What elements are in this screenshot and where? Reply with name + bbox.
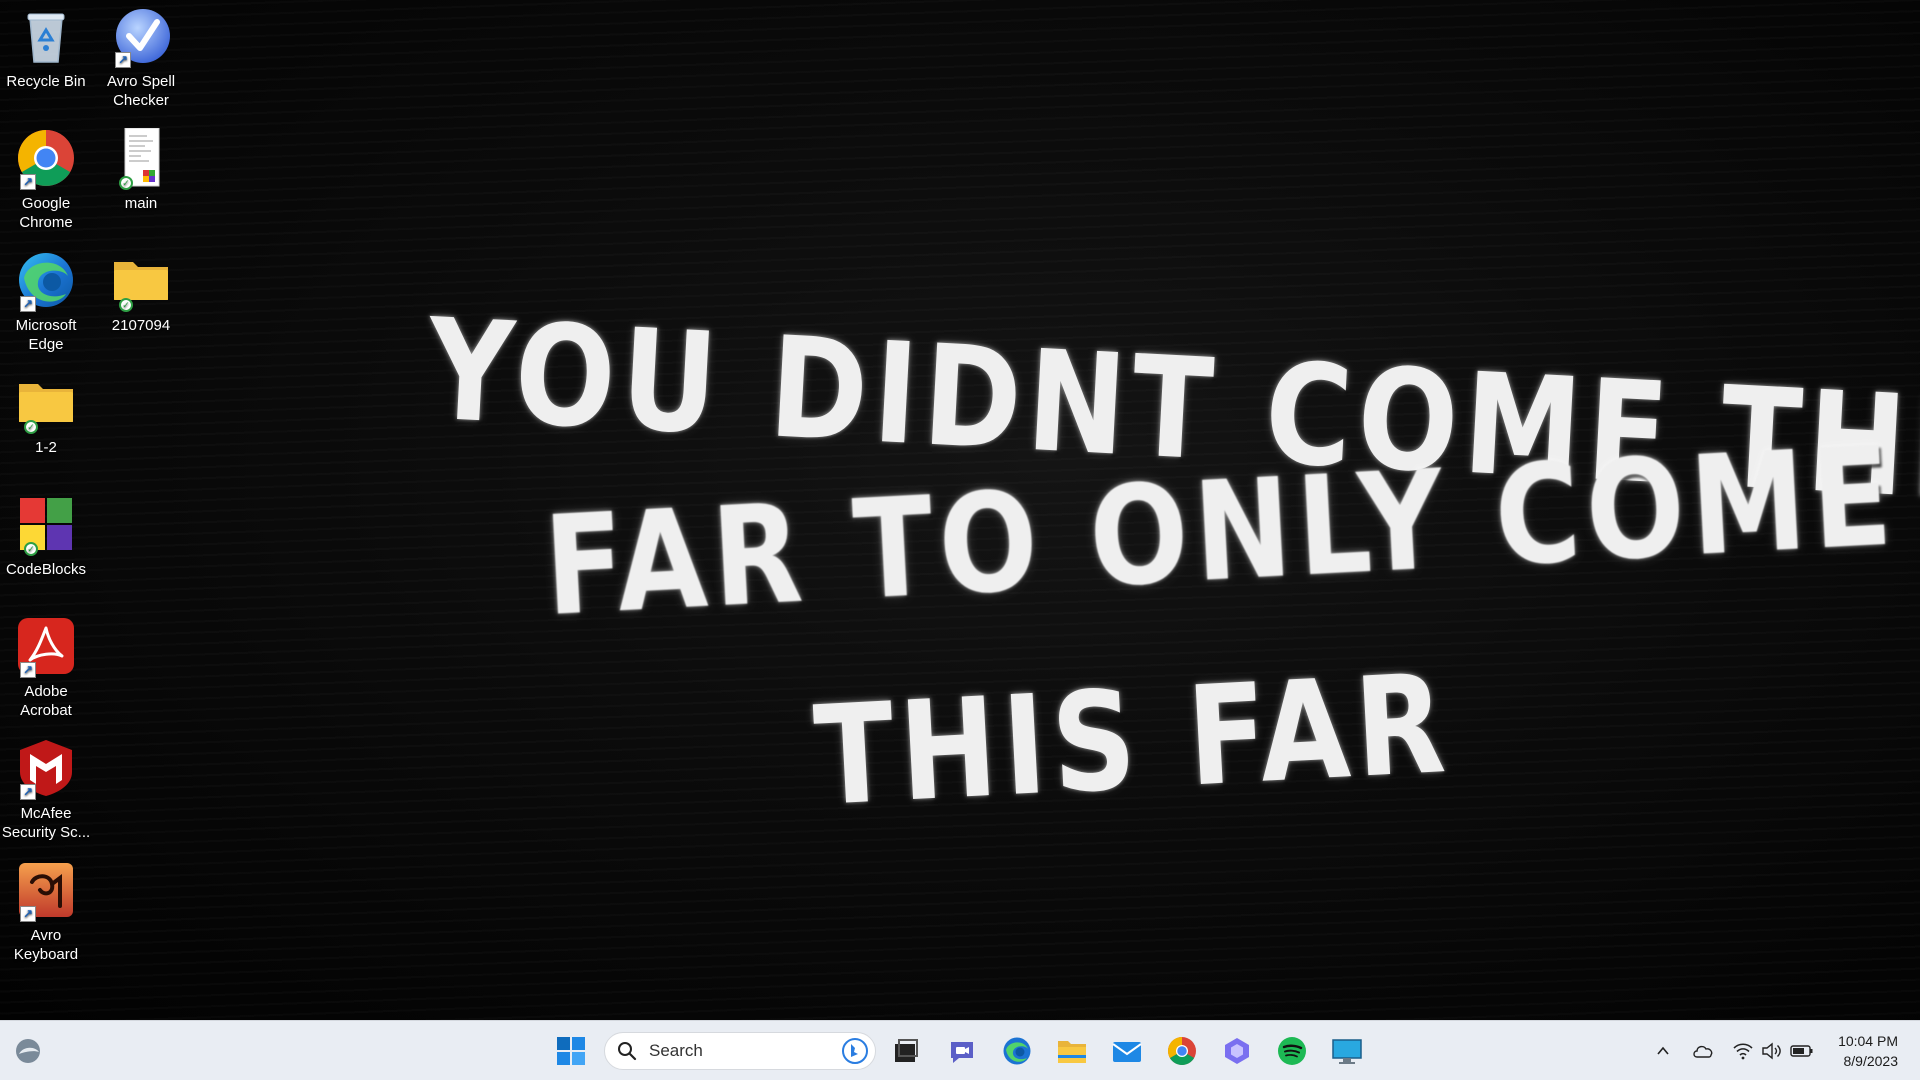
desktop-icon-recycle-bin[interactable]: Recycle Bin bbox=[0, 6, 92, 91]
folder-icon: ✓ bbox=[16, 372, 76, 434]
volume-tray-button[interactable] bbox=[1760, 1039, 1784, 1063]
avro-keyboard-icon: ↗ bbox=[16, 860, 76, 922]
acrobat-icon: ↗ bbox=[16, 616, 76, 678]
onedrive-cloud-icon bbox=[1693, 1045, 1713, 1058]
search-placeholder: Search bbox=[649, 1041, 703, 1060]
teams-chat-button[interactable] bbox=[942, 1031, 982, 1071]
task-view-icon bbox=[895, 1039, 918, 1062]
bing-icon[interactable] bbox=[841, 1037, 869, 1065]
shortcut-arrow-icon: ↗ bbox=[115, 52, 131, 68]
desktop-icon-google-chrome[interactable]: ↗ Google Chrome bbox=[0, 128, 92, 232]
copilot-icon bbox=[1225, 1038, 1249, 1064]
desktop-icon-label: McAfee Security Sc... bbox=[1, 805, 91, 841]
sync-status-icon: ✓ bbox=[24, 542, 38, 556]
clock-date: 8/9/2023 bbox=[1843, 1053, 1899, 1069]
mail-icon bbox=[1112, 1042, 1142, 1062]
wifi-tray-button[interactable] bbox=[1731, 1039, 1755, 1063]
desktop-wallpaper: YOU DIDNT COME THIS FAR TO ONLY COME THI… bbox=[0, 0, 1920, 1020]
shortcut-arrow-icon: ↗ bbox=[20, 174, 36, 190]
taskbar-edge-button[interactable] bbox=[997, 1031, 1037, 1071]
desktop-icon-adobe-acrobat[interactable]: ↗ Adobe Acrobat bbox=[0, 616, 92, 720]
sync-status-icon: ✓ bbox=[119, 176, 133, 190]
desktop-icon-label: 2107094 bbox=[111, 317, 171, 334]
battery-tray-button[interactable] bbox=[1790, 1039, 1814, 1063]
recycle-bin-icon bbox=[16, 6, 76, 66]
edge-icon bbox=[1003, 1037, 1031, 1065]
desktop-icon-folder-2107094[interactable]: ✓ 2107094 bbox=[95, 250, 187, 335]
remote-desktop-button[interactable] bbox=[1327, 1031, 1367, 1071]
desktop-icon-label: 1-2 bbox=[35, 439, 57, 456]
folder-icon: ✓ bbox=[111, 250, 171, 312]
widgets-button[interactable] bbox=[8, 1031, 48, 1071]
chrome-icon: ↗ bbox=[16, 128, 76, 190]
wallpaper-text-line-3: THIS FAR bbox=[810, 644, 1455, 838]
mail-button[interactable] bbox=[1107, 1031, 1147, 1071]
desktop-icon-folder-1-2[interactable]: ✓ 1-2 bbox=[0, 372, 92, 457]
chrome-icon bbox=[1168, 1037, 1196, 1065]
edge-icon: ↗ bbox=[16, 250, 76, 312]
file-explorer-button[interactable] bbox=[1052, 1031, 1092, 1071]
desktop-icon-label: Avro Keyboard bbox=[13, 927, 79, 963]
desktop-icon-label: Google Chrome bbox=[19, 195, 73, 231]
desktop-icon-mcafee[interactable]: ↗ McAfee Security Sc... bbox=[0, 738, 92, 842]
document-icon: ✓ bbox=[111, 127, 171, 190]
desktop-icon-avro-keyboard[interactable]: ↗ Avro Keyboard bbox=[0, 860, 92, 964]
desktop-icon-main[interactable]: ✓ main bbox=[95, 127, 187, 213]
desktop-icon-label: Adobe Acrobat bbox=[20, 683, 72, 719]
spotify-icon bbox=[1278, 1037, 1306, 1065]
desktop-icon-microsoft-edge[interactable]: ↗ Microsoft Edge bbox=[0, 250, 92, 354]
copilot-button[interactable] bbox=[1217, 1031, 1257, 1071]
shortcut-arrow-icon: ↗ bbox=[20, 662, 36, 678]
chevron-up-icon bbox=[1657, 1046, 1669, 1055]
taskbar-search-box[interactable]: Search bbox=[604, 1032, 876, 1070]
spotify-button[interactable] bbox=[1272, 1031, 1312, 1071]
shortcut-arrow-icon: ↗ bbox=[20, 906, 36, 922]
desktop-icon-label: Microsoft Edge bbox=[15, 317, 77, 353]
speaker-icon bbox=[1762, 1042, 1781, 1060]
codeblocks-icon: ✓ bbox=[16, 494, 76, 556]
mcafee-icon: ↗ bbox=[16, 738, 76, 800]
widgets-icon bbox=[16, 1039, 40, 1063]
sync-status-icon: ✓ bbox=[119, 298, 133, 312]
file-explorer-icon bbox=[1058, 1041, 1086, 1063]
start-icon bbox=[557, 1037, 585, 1065]
desktop-icon-avro-spell-checker[interactable]: ↗ Avro Spell Checker bbox=[95, 6, 187, 110]
search-icon bbox=[618, 1042, 637, 1061]
taskbar-clock[interactable]: 10:04 PM 8/9/2023 bbox=[1838, 1031, 1898, 1071]
clock-time: 10:04 PM bbox=[1838, 1033, 1898, 1049]
onedrive-tray-button[interactable] bbox=[1691, 1039, 1715, 1063]
desktop-icon-label: main bbox=[124, 195, 158, 212]
show-hidden-icons-button[interactable] bbox=[1651, 1039, 1675, 1063]
start-button[interactable] bbox=[551, 1031, 591, 1071]
battery-icon bbox=[1790, 1045, 1813, 1057]
sync-status-icon: ✓ bbox=[24, 420, 38, 434]
desktop-icon-codeblocks[interactable]: ✓ CodeBlocks bbox=[0, 494, 92, 579]
desktop-icon-label: Recycle Bin bbox=[6, 73, 86, 90]
avro-spell-checker-icon: ↗ bbox=[111, 6, 171, 68]
wifi-icon bbox=[1733, 1043, 1753, 1060]
shortcut-arrow-icon: ↗ bbox=[20, 784, 36, 800]
task-view-button[interactable] bbox=[886, 1031, 926, 1071]
taskbar: Search 10:04 PM 8/9/2023 bbox=[0, 1020, 1920, 1080]
teams-icon bbox=[951, 1042, 973, 1063]
remote-desktop-icon bbox=[1332, 1039, 1362, 1064]
desktop-icon-label: CodeBlocks bbox=[5, 561, 87, 578]
shortcut-arrow-icon: ↗ bbox=[20, 296, 36, 312]
desktop-icon-label: Avro Spell Checker bbox=[106, 73, 176, 109]
taskbar-chrome-button[interactable] bbox=[1162, 1031, 1202, 1071]
